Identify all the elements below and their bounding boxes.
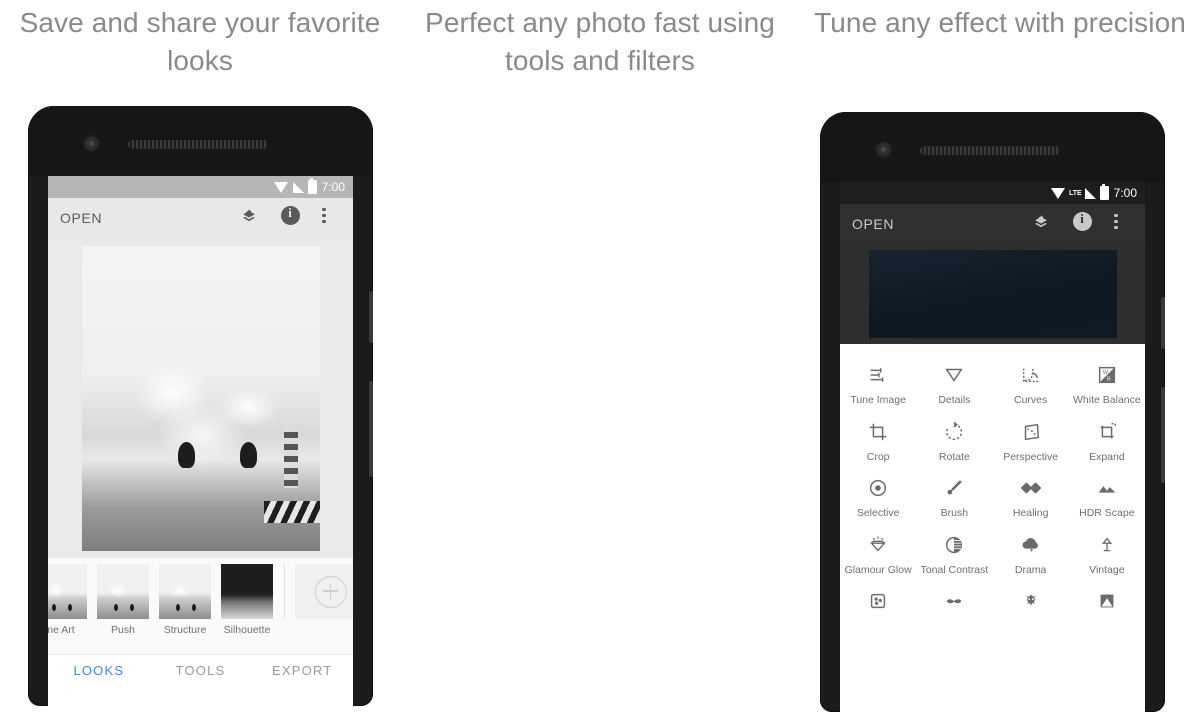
look-thumbnail[interactable] (221, 564, 273, 619)
look-label: Silhouette (223, 624, 271, 636)
status-time-1: 7:00 (321, 180, 345, 194)
look-thumbnail[interactable] (48, 564, 87, 619)
tab-looks[interactable]: LOOKS (48, 655, 150, 689)
panel-3-headline: Tune any effect with precision (814, 7, 1186, 38)
look-label: Push (111, 624, 135, 636)
look-thumbnail[interactable] (97, 564, 149, 619)
power-button[interactable] (369, 291, 373, 343)
bottom-tab-bar-1[interactable]: LOOKS TOOLS EXPORT (48, 654, 353, 689)
list-item[interactable]: Push (92, 564, 154, 636)
add-look-icon (315, 575, 347, 608)
list-item[interactable]: Structure (154, 564, 216, 636)
open-button-1[interactable]: OPEN (60, 210, 239, 226)
panel-save-share: Save and share your favorite looks 7:00 (0, 0, 400, 706)
look-label: Structure (163, 624, 207, 636)
info-icon[interactable] (273, 205, 307, 230)
wifi-icon (273, 181, 288, 193)
front-camera-icon (85, 137, 98, 150)
status-bar-1: 7:00 (48, 176, 353, 198)
tab-tools[interactable]: TOOLS (150, 655, 252, 689)
app-toolbar-1: OPEN (48, 198, 353, 238)
app-store-screenshot-strip: Save and share your favorite looks 7:00 (0, 0, 1200, 712)
add-look-button[interactable] (295, 564, 353, 619)
volume-button[interactable] (369, 381, 373, 477)
earpiece-speaker (128, 140, 268, 149)
list-item[interactable]: ne Art (48, 564, 92, 636)
phone-mockup-1: 7:00 OPEN i ne Art Push Structure Silhou… (28, 106, 373, 706)
edited-photo-bw[interactable] (81, 245, 320, 551)
battery-icon (307, 178, 317, 194)
overflow-menu-icon[interactable] (307, 205, 341, 231)
look-label: ne Art (48, 624, 75, 636)
editor-canvas-1[interactable] (48, 238, 353, 558)
layers-icon[interactable] (239, 208, 273, 228)
panel-tune-precision: Tune any effect with precision LTE 7:00 (800, 0, 1200, 670)
divider (284, 564, 285, 619)
status-icons-1 (273, 178, 317, 194)
phone-bezel-top-1 (28, 106, 373, 176)
looks-filmstrip[interactable]: ne Art Push Structure Silhouette (48, 558, 353, 654)
panel-1-headline: Save and share your favorite looks (19, 7, 381, 76)
tab-export[interactable]: EXPORT (251, 655, 353, 689)
panel-tools-filters: Perfect any photo fast using tools and f… (400, 0, 1165, 712)
list-item[interactable]: Silhouette (216, 564, 278, 636)
look-thumbnail[interactable] (159, 564, 211, 619)
panel-2-headline: Perfect any photo fast using tools and f… (425, 7, 775, 76)
signal-icon (292, 181, 304, 193)
phone-screen-1: 7:00 OPEN i ne Art Push Structure Silhou… (48, 176, 353, 706)
